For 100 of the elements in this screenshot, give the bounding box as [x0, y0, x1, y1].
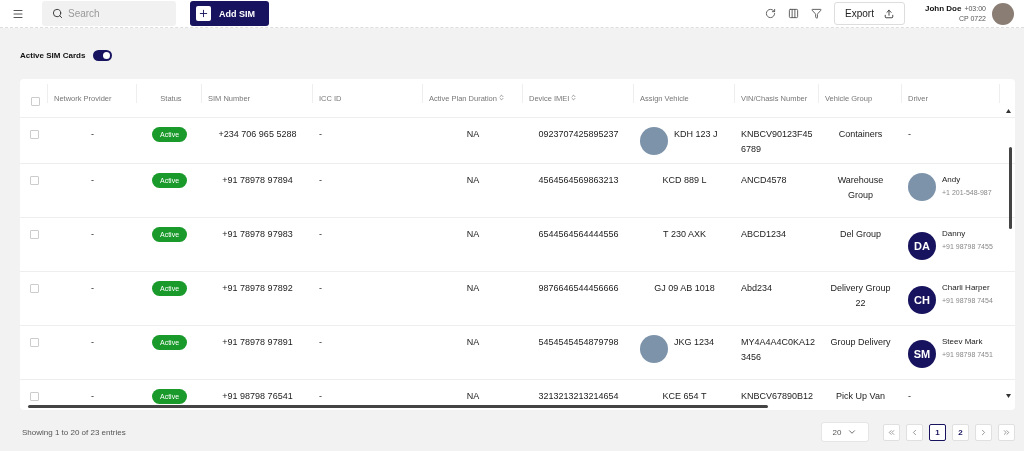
- vertical-scrollbar[interactable]: [1009, 147, 1012, 229]
- table-cell-text: NA: [466, 228, 480, 241]
- photo-placeholder: [640, 335, 668, 363]
- double-chevron-right-icon: [1002, 427, 1011, 437]
- table-cell-text: NA: [466, 282, 480, 295]
- last-page-button[interactable]: [998, 423, 1015, 441]
- table-cell-text: -: [319, 282, 322, 295]
- user-avatar[interactable]: [992, 2, 1014, 25]
- horizontal-scrollbar[interactable]: [28, 405, 768, 408]
- table-cell-text: NA: [466, 390, 480, 403]
- double-chevron-left-icon: [887, 427, 896, 437]
- first-page-button[interactable]: [883, 423, 900, 441]
- table-cell-text: -: [319, 336, 322, 349]
- vehicle-plate: KDH 123 J: [674, 128, 718, 141]
- filter-label: Active SIM Cards: [20, 50, 86, 60]
- refresh-icon[interactable]: [765, 8, 777, 19]
- filter-icon[interactable]: [811, 8, 823, 19]
- table-cell-text: Warehouse Group: [836, 174, 885, 202]
- row-checkbox[interactable]: [29, 130, 39, 139]
- chevron-down-icon: [847, 427, 858, 437]
- table-cell-text: -: [908, 128, 911, 141]
- table-cell-text: +234 706 965 5288: [218, 128, 297, 141]
- vehicle-plate: KCE 654 T: [662, 390, 707, 403]
- search-field[interactable]: Search: [42, 1, 176, 26]
- vehicle-plate: T 230 AXK: [663, 228, 706, 241]
- menu-icon[interactable]: [12, 7, 24, 20]
- next-page-button[interactable]: [975, 423, 992, 441]
- driver-initials-avatar: CH: [908, 286, 936, 314]
- table-cell-text: ANCD4578: [741, 174, 787, 187]
- vehicle-plate: GJ 09 AB 1018: [654, 282, 715, 295]
- table-cell-text: Containers: [838, 128, 883, 141]
- sort-icon[interactable]: [497, 94, 505, 101]
- row-checkbox[interactable]: [29, 230, 39, 239]
- table-cell-text: +91 78978 97894: [222, 174, 293, 187]
- chevron-left-icon: [910, 427, 919, 437]
- row-checkbox[interactable]: [29, 176, 39, 185]
- table-cell-text: NA: [466, 174, 480, 187]
- table-cell-text: ABCD1234: [741, 228, 787, 241]
- table-cell-text: +91 98798 76541: [222, 390, 293, 403]
- table-cell-text: +91 78978 97892: [222, 282, 293, 295]
- table-cell-text: Delivery Group 22: [829, 282, 892, 310]
- active-toggle[interactable]: [93, 49, 113, 61]
- driver-name: Andy: [942, 174, 962, 186]
- table-cell-text: -: [319, 228, 322, 241]
- table-cell-text: NA: [466, 336, 480, 349]
- search-icon: [52, 8, 63, 19]
- table-cell-text: 0923707425895237: [538, 128, 619, 141]
- table-cell-text: -: [91, 390, 94, 403]
- scroll-down-icon[interactable]: [1006, 394, 1011, 398]
- page-button[interactable]: 1: [929, 423, 946, 441]
- table-cell-text: 4564564569863213: [538, 174, 619, 187]
- table-cell-text: Abd234: [741, 282, 773, 295]
- table-cell-text: 3213213213214654: [538, 390, 619, 403]
- columns-icon[interactable]: [788, 8, 800, 19]
- table-cell-text: -: [91, 282, 94, 295]
- driver-initials-avatar: DA: [908, 232, 936, 260]
- export-button[interactable]: Export: [834, 2, 905, 25]
- user-name: John Doe: [924, 3, 962, 13]
- table-cell-text: Del Group: [840, 228, 881, 241]
- table-cell-text: -: [319, 128, 322, 141]
- table-cell-text: -: [319, 390, 322, 403]
- table-cell-text: KNBCV67890B12: [741, 390, 814, 403]
- page-size-select[interactable]: 20: [821, 422, 869, 442]
- driver-initials-avatar: SM: [908, 340, 936, 368]
- table-cell-text: +91 78978 97983: [222, 228, 293, 241]
- plus-icon: [198, 8, 209, 19]
- vehicle-plate: KCD 889 L: [662, 174, 707, 187]
- photo-placeholder: [908, 173, 936, 201]
- row-checkbox[interactable]: [29, 392, 39, 401]
- table-cell-text: NA: [466, 128, 480, 141]
- table-cell-text: -: [91, 336, 94, 349]
- row-checkbox[interactable]: [29, 338, 39, 347]
- driver-name: Danny: [942, 228, 967, 240]
- chevron-right-icon: [979, 427, 988, 437]
- previous-page-button[interactable]: [906, 423, 923, 441]
- table-cell-text: 6544564564444556: [538, 228, 619, 241]
- sort-icon[interactable]: [570, 94, 578, 101]
- table-cell-text: 5454545454879798: [538, 336, 619, 349]
- table-cell-text: -: [908, 390, 911, 403]
- scroll-up-icon[interactable]: [1006, 109, 1011, 113]
- table-cell-text: KNBCV90123F456789: [741, 128, 814, 156]
- page-button[interactable]: 2: [952, 423, 969, 441]
- photo-placeholder: [640, 127, 668, 155]
- table-cell-text: -: [91, 128, 94, 141]
- table-cell-text: Pick Up Van: [836, 390, 885, 403]
- table-cell-text: -: [319, 174, 322, 187]
- entries-summary: Showing 1 to 20 of 23 entries: [22, 427, 126, 437]
- table-cell-text: -: [91, 174, 94, 187]
- driver-name: Charli Harper: [942, 282, 991, 294]
- driver-name: Steev Mark: [942, 336, 984, 348]
- vehicle-plate: JKG 1234: [674, 336, 715, 349]
- table-cell-text: 9876646544456666: [538, 282, 619, 295]
- upload-icon: [883, 8, 894, 19]
- table-cell-text: MY4A4A4C0KA123456: [741, 336, 817, 364]
- select-all-checkbox[interactable]: [31, 97, 40, 106]
- table-cell-text: +91 78978 97891: [222, 336, 293, 349]
- row-checkbox[interactable]: [29, 284, 39, 293]
- table-cell-text: -: [91, 228, 94, 241]
- table-cell-text: Group Delivery: [830, 336, 891, 349]
- add-sim-button[interactable]: Add SIM: [190, 1, 269, 26]
